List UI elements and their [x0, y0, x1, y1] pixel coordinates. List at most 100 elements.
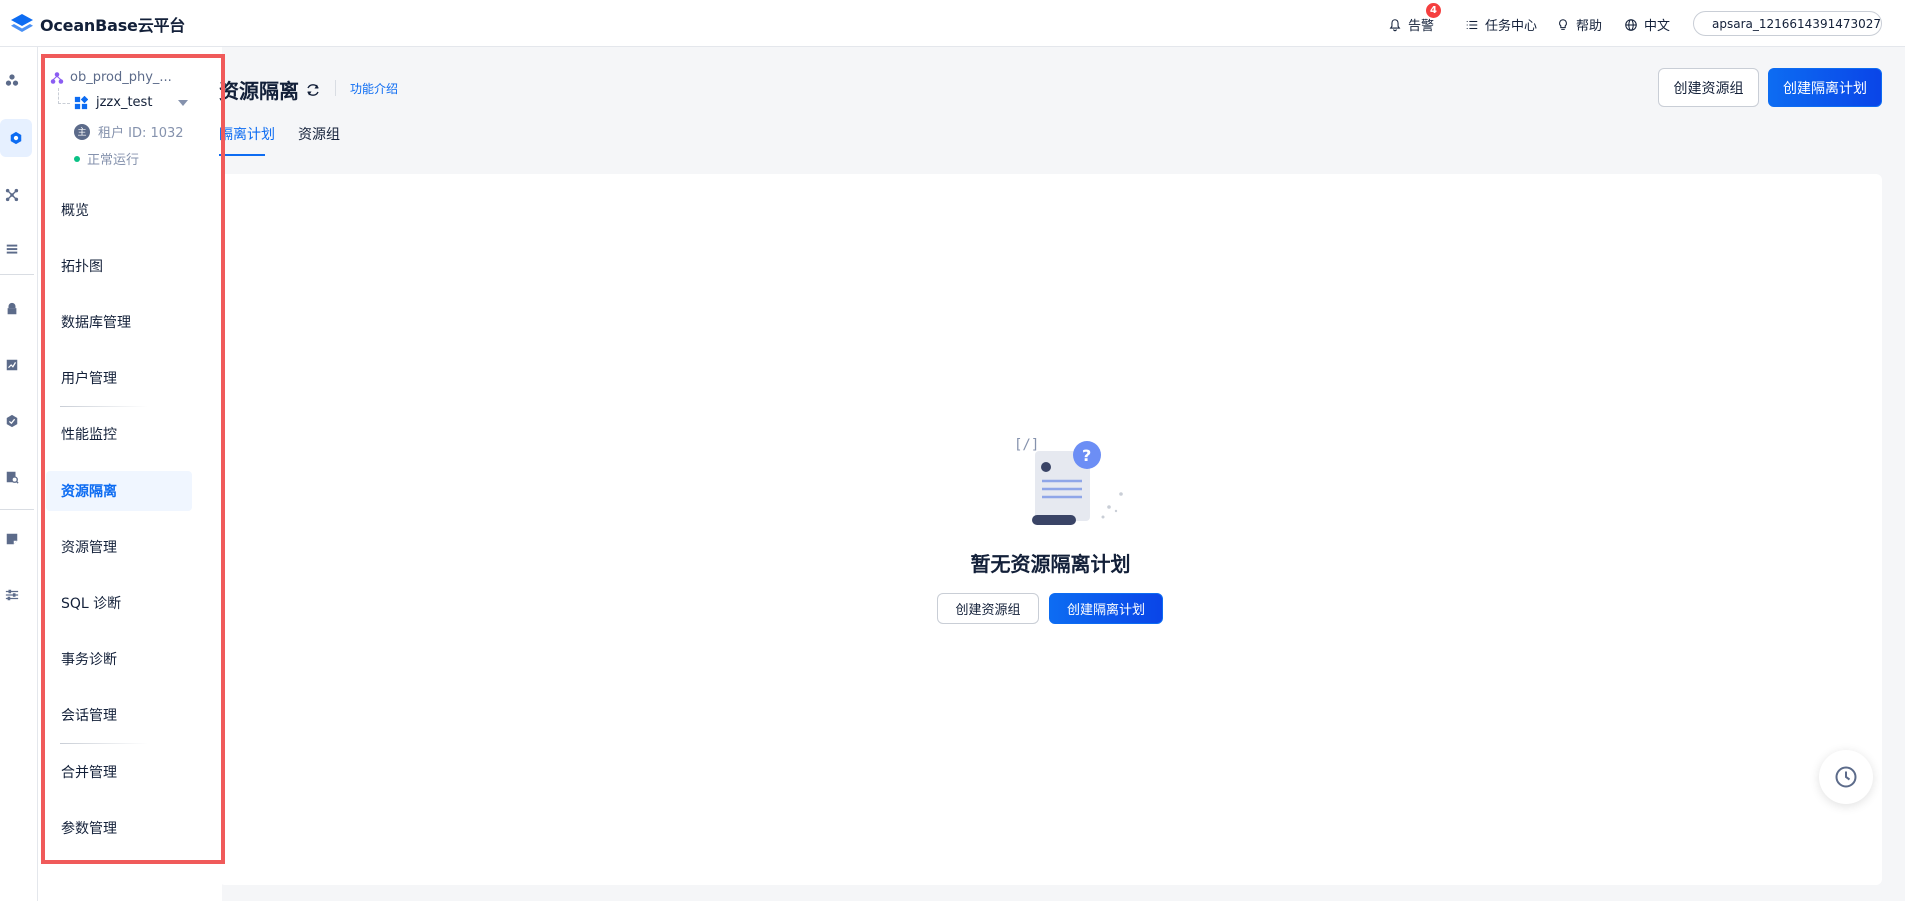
nav-item-label: 资源隔离: [61, 484, 117, 500]
search-doc-icon: [6, 471, 19, 484]
nav-item-database[interactable]: 数据库管理: [46, 302, 192, 342]
rail-tenant-button[interactable]: [0, 119, 32, 157]
title-divider: [335, 80, 336, 96]
alarm-label: 告警: [1408, 19, 1435, 34]
tab-resource-group[interactable]: 资源组: [298, 124, 340, 144]
sliders-icon: [5, 589, 19, 601]
note-icon: [6, 533, 18, 545]
user-name: apsara_1216614391473027: [1712, 16, 1882, 31]
create-isolation-plan-button[interactable]: 创建隔离计划: [1768, 68, 1882, 107]
help-menu[interactable]: 帮助: [1556, 15, 1602, 34]
list-icon: [1466, 20, 1478, 29]
lock-icon: [7, 302, 17, 315]
rail-topology-button[interactable]: [0, 183, 24, 207]
tenant-name: jzzx_test: [96, 95, 153, 110]
lightbulb-icon: [1559, 18, 1567, 30]
nav-item-sql-diagnosis[interactable]: SQL 诊断: [46, 583, 192, 623]
tenant-selector[interactable]: jzzx_test: [74, 95, 189, 110]
nav-item-sessions[interactable]: 会话管理: [46, 695, 192, 735]
svg-text:?: ?: [1082, 446, 1091, 465]
network-icon: [5, 188, 19, 202]
clock-icon: [1835, 766, 1857, 788]
rail-security-button[interactable]: [0, 297, 24, 321]
create-resource-group-button[interactable]: 创建资源组: [1658, 68, 1759, 107]
caret-down-icon: [178, 99, 189, 106]
status-text: 正常运行: [87, 153, 140, 168]
nav-item-resource-management[interactable]: 资源管理: [46, 527, 192, 567]
nav-divider: [60, 743, 148, 744]
nav-item-users[interactable]: 用户管理: [46, 358, 192, 398]
nav-item-parameters[interactable]: 参数管理: [46, 808, 192, 848]
shield-icon: [6, 414, 18, 428]
cluster-icon: [5, 74, 19, 86]
rail-divider: [0, 509, 34, 510]
empty-create-resource-group-button[interactable]: 创建资源组: [937, 593, 1039, 624]
nav-item-label: 事务诊断: [61, 652, 117, 668]
nav-item-label: 参数管理: [61, 821, 117, 837]
rail-divider: [0, 274, 34, 275]
chart-line-icon: [6, 359, 18, 371]
nav-item-label: 拓扑图: [61, 259, 103, 275]
language-switch[interactable]: 中文: [1624, 15, 1670, 34]
help-label: 帮助: [1576, 19, 1603, 34]
nav-item-overview[interactable]: 概览: [46, 190, 192, 230]
rail-notes-button[interactable]: [0, 527, 24, 551]
top-bar: OceanBase云平台 告警 4 任务中心 帮助 中文 apsara_1216…: [0, 0, 1905, 47]
empty-create-isolation-plan-button[interactable]: 创建隔离计划: [1049, 593, 1163, 624]
svg-text:[/]: [/]: [1014, 437, 1039, 453]
bell-icon: [1389, 18, 1401, 31]
feature-intro-link[interactable]: 功能介绍: [350, 80, 398, 97]
tenant-status: 正常运行: [74, 149, 139, 168]
language-label: 中文: [1644, 19, 1671, 34]
rail-settings-button[interactable]: [0, 583, 24, 607]
nav-item-topology[interactable]: 拓扑图: [46, 246, 192, 286]
nav-item-label: SQL 诊断: [61, 596, 122, 612]
rail-monitor-button[interactable]: [0, 353, 24, 377]
nav-item-transaction-diagnosis[interactable]: 事务诊断: [46, 639, 192, 679]
task-center-menu[interactable]: 任务中心: [1465, 15, 1537, 34]
refresh-icon[interactable]: [305, 82, 321, 98]
nav-item-performance[interactable]: 性能监控: [46, 414, 192, 454]
rail-protect-button[interactable]: [0, 409, 24, 433]
user-account-menu[interactable]: apsara_1216614391473027: [1693, 11, 1882, 36]
cluster-selector[interactable]: ob_prod_phy_...: [50, 70, 172, 85]
tenant-hexagon-icon: [10, 131, 22, 145]
nav-item-label: 资源管理: [61, 540, 117, 556]
nav-item-label: 数据库管理: [61, 315, 131, 331]
nav-item-label: 性能监控: [61, 427, 117, 443]
history-float-button[interactable]: [1819, 750, 1873, 804]
tab-active-indicator: [219, 154, 265, 156]
icon-rail: [0, 47, 38, 901]
nav-item-label: 概览: [61, 203, 89, 219]
page-title: 资源隔离: [219, 79, 299, 103]
cluster-tree-icon: [50, 71, 64, 84]
logo[interactable]: OceanBase云平台: [10, 12, 185, 36]
oceanbase-logo-icon: [11, 14, 33, 32]
globe-icon: [1625, 18, 1637, 31]
tree-connector: [58, 88, 70, 104]
nav-item-resource-isolation[interactable]: 资源隔离: [46, 471, 192, 511]
cluster-name: ob_prod_phy_...: [70, 70, 172, 85]
tenant-grid-icon: [74, 95, 88, 109]
logo-text: OceanBase云平台: [40, 16, 186, 35]
alarm-count-badge: 4: [1426, 3, 1441, 18]
empty-state-text: 暂无资源隔离计划: [970, 552, 1131, 576]
tenant-id: 租户 ID: 1032: [98, 126, 184, 141]
nav-item-compaction[interactable]: 合并管理: [46, 752, 192, 792]
content-card: [/] ? 暂无资源隔离计划 创建资源组 创建隔离计划: [219, 174, 1882, 885]
nav-divider: [60, 406, 148, 407]
alarm-menu[interactable]: 告警 4: [1388, 3, 1441, 34]
empty-document-illustration-icon: [/] ?: [1014, 437, 1123, 525]
tab-isolation-plan[interactable]: 隔离计划: [219, 124, 275, 144]
task-center-label: 任务中心: [1485, 19, 1538, 34]
rail-list-button[interactable]: [0, 237, 24, 261]
tenant-id-info: 主 租户 ID: 1032: [74, 122, 184, 141]
nav-item-label: 用户管理: [61, 371, 117, 387]
rail-cluster-button[interactable]: [0, 68, 24, 92]
nav-item-label: 会话管理: [61, 708, 117, 724]
rail-search-button[interactable]: [0, 465, 24, 489]
primary-tenant-badge: 主: [74, 123, 90, 140]
stack-icon: [6, 244, 18, 254]
nav-item-label: 合并管理: [61, 765, 117, 781]
status-dot: [74, 155, 80, 162]
